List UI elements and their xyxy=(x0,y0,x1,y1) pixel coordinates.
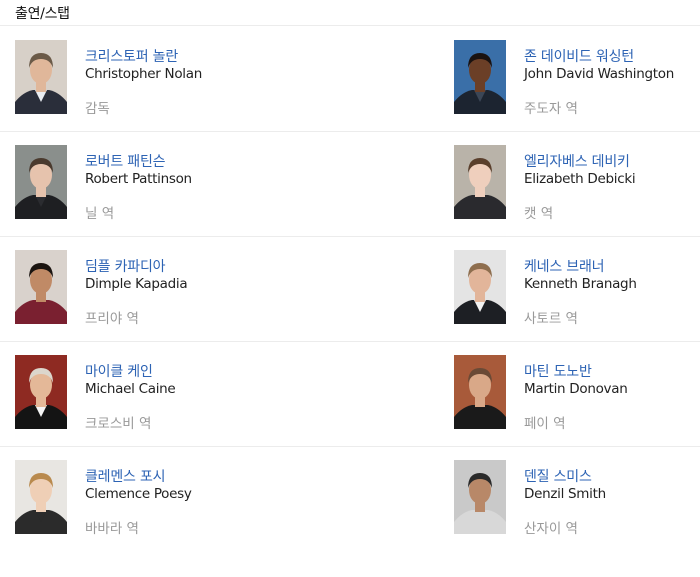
cast-english-name: Michael Caine xyxy=(85,381,176,397)
row-divider xyxy=(0,131,700,132)
profile-photo[interactable] xyxy=(454,40,506,114)
cast-english-name: Kenneth Branagh xyxy=(524,276,637,292)
portrait-graphic xyxy=(454,460,506,534)
cast-role: 크로스비 역 xyxy=(85,416,152,432)
cast-role: 페이 역 xyxy=(524,416,566,432)
cast-name-link[interactable]: 로버트 패틴슨 xyxy=(85,151,166,171)
portrait-graphic xyxy=(454,40,506,114)
cast-card[interactable]: 크리스토퍼 놀란 Christopher Nolan 감독 xyxy=(15,40,275,120)
cast-name-link[interactable]: 엘리자베스 데비키 xyxy=(524,151,630,171)
portrait-graphic xyxy=(454,355,506,429)
portrait-graphic xyxy=(454,145,506,219)
cast-card[interactable]: 클레멘스 포시 Clemence Poesy 바바라 역 xyxy=(15,460,275,540)
section-title: 출연/스탭 xyxy=(15,6,70,22)
cast-card[interactable]: 마틴 도노반 Martin Donovan 페이 역 xyxy=(454,355,700,435)
cast-name-link[interactable]: 존 데이비드 워싱턴 xyxy=(524,46,634,66)
profile-photo[interactable] xyxy=(15,40,67,114)
cast-name-link[interactable]: 클레멘스 포시 xyxy=(85,466,166,486)
cast-role: 주도자 역 xyxy=(524,101,578,117)
cast-name-link[interactable]: 덴질 스미스 xyxy=(524,466,592,486)
portrait-graphic xyxy=(15,145,67,219)
cast-role: 산자이 역 xyxy=(524,521,578,537)
top-divider xyxy=(0,25,700,26)
cast-role: 바바라 역 xyxy=(85,521,139,537)
portrait-graphic xyxy=(454,250,506,324)
portrait-graphic xyxy=(15,460,67,534)
cast-english-name: Dimple Kapadia xyxy=(85,276,188,292)
row-divider xyxy=(0,446,700,447)
cast-english-name: Denzil Smith xyxy=(524,486,606,502)
cast-card[interactable]: 로버트 패틴슨 Robert Pattinson 닐 역 xyxy=(15,145,275,225)
cast-card[interactable]: 엘리자베스 데비키 Elizabeth Debicki 캣 역 xyxy=(454,145,700,225)
cast-english-name: Elizabeth Debicki xyxy=(524,171,636,187)
profile-photo[interactable] xyxy=(15,355,67,429)
profile-photo[interactable] xyxy=(15,250,67,324)
cast-name-link[interactable]: 케네스 브래너 xyxy=(524,256,605,276)
profile-photo[interactable] xyxy=(15,145,67,219)
profile-photo[interactable] xyxy=(454,460,506,534)
cast-role: 캣 역 xyxy=(524,206,554,222)
profile-photo[interactable] xyxy=(454,145,506,219)
cast-english-name: Clemence Poesy xyxy=(85,486,192,502)
cast-card[interactable]: 딤플 카파디아 Dimple Kapadia 프리야 역 xyxy=(15,250,275,330)
cast-name-link[interactable]: 크리스토퍼 놀란 xyxy=(85,46,178,66)
cast-english-name: Christopher Nolan xyxy=(85,66,202,82)
profile-photo[interactable] xyxy=(15,460,67,534)
cast-role: 감독 xyxy=(85,101,110,117)
row-divider xyxy=(0,236,700,237)
portrait-graphic xyxy=(15,250,67,324)
cast-card[interactable]: 케네스 브래너 Kenneth Branagh 사토르 역 xyxy=(454,250,700,330)
cast-card[interactable]: 덴질 스미스 Denzil Smith 산자이 역 xyxy=(454,460,700,540)
profile-photo[interactable] xyxy=(454,355,506,429)
cast-english-name: Robert Pattinson xyxy=(85,171,192,187)
cast-card[interactable]: 마이클 케인 Michael Caine 크로스비 역 xyxy=(15,355,275,435)
portrait-graphic xyxy=(15,40,67,114)
cast-role: 닐 역 xyxy=(85,206,115,222)
cast-english-name: Martin Donovan xyxy=(524,381,628,397)
cast-name-link[interactable]: 마틴 도노반 xyxy=(524,361,592,381)
portrait-graphic xyxy=(15,355,67,429)
cast-english-name: John David Washington xyxy=(524,66,674,82)
cast-name-link[interactable]: 딤플 카파디아 xyxy=(85,256,166,276)
cast-role: 프리야 역 xyxy=(85,311,139,327)
row-divider xyxy=(0,341,700,342)
cast-name-link[interactable]: 마이클 케인 xyxy=(85,361,153,381)
cast-card[interactable]: 존 데이비드 워싱턴 John David Washington 주도자 역 xyxy=(454,40,700,120)
cast-role: 사토르 역 xyxy=(524,311,578,327)
profile-photo[interactable] xyxy=(454,250,506,324)
